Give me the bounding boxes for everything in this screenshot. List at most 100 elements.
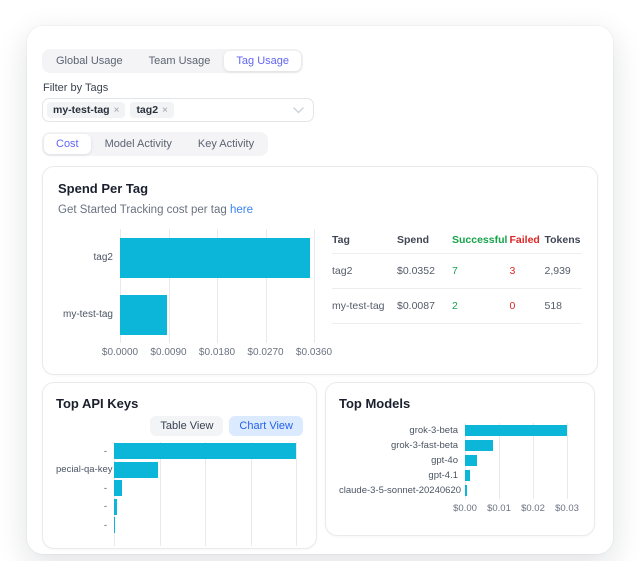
cell-successful: 2 [452, 300, 510, 312]
chart-bar [465, 470, 470, 481]
chart-bar [114, 517, 115, 533]
tab-global-usage[interactable]: Global Usage [44, 51, 135, 71]
col-spend: Spend [397, 234, 452, 246]
spend-per-tag-title: Spend Per Tag [58, 181, 582, 196]
tag-chip[interactable]: my-test-tag × [47, 102, 125, 118]
chart-bar-track [465, 425, 567, 436]
chart-bar [114, 499, 117, 515]
col-failed: Failed [510, 234, 545, 246]
tab-key-activity[interactable]: Key Activity [186, 134, 266, 154]
tab-model-activity[interactable]: Model Activity [93, 134, 184, 154]
metric-tabs: Cost Model Activity Key Activity [42, 132, 268, 156]
cell-spend: $0.0087 [397, 300, 452, 312]
chart-bar-track [465, 485, 567, 496]
chart-gridline [314, 229, 315, 343]
bottom-cards-row: Top API Keys Table View Chart View - peci… [42, 382, 598, 549]
tab-cost[interactable]: Cost [44, 134, 91, 154]
chart-category-label: gpt-4o [339, 455, 465, 466]
chart-bar [465, 455, 477, 466]
chart-bar [114, 480, 122, 496]
remove-tag-icon[interactable]: × [114, 105, 120, 116]
chart-category-label: - [56, 520, 114, 531]
spend-per-tag-subtitle: Get Started Tracking cost per tag here [58, 204, 582, 216]
chart-bar-track [465, 440, 567, 451]
tag-filter-select[interactable]: my-test-tag × tag2 × [42, 98, 314, 122]
chart-bar-row: - [56, 498, 303, 517]
chart-bar-track [114, 499, 296, 515]
chart-bar [465, 485, 467, 496]
chart-category-label: tag2 [58, 252, 120, 263]
chart-category-label: - [56, 501, 114, 512]
get-started-link[interactable]: here [230, 204, 253, 216]
remove-tag-icon[interactable]: × [162, 105, 168, 116]
spend-per-tag-card: Spend Per Tag Get Started Tracking cost … [42, 166, 598, 375]
tag-chip[interactable]: tag2 × [130, 102, 173, 118]
chart-tick-label: $0.03 [555, 503, 579, 514]
chart-bar-row: pecial-qa-key [56, 461, 303, 480]
chart-category-label: my-test-tag [58, 309, 120, 320]
chart-bar-row: gpt-4.1 [339, 468, 581, 483]
chart-category-label: - [56, 483, 114, 494]
chart-category-label: - [56, 446, 114, 457]
tab-tag-usage[interactable]: Tag Usage [224, 51, 301, 71]
chart-plot-area: grok-3-beta grok-3-fast-beta gpt-4o gpt-4.1… [339, 423, 581, 499]
top-models-title: Top Models [339, 396, 581, 411]
table-row: tag2 $0.0352 7 3 2,939 [332, 254, 582, 289]
top-api-keys-chart: - pecial-qa-key - - - [56, 442, 303, 546]
chart-bar-track [114, 480, 296, 496]
chart-bar-track [120, 238, 314, 278]
chart-bar-track [120, 295, 314, 335]
spend-per-tag-chart: tag2my-test-tag$0.0000$0.0090$0.0180$0.0… [58, 229, 314, 359]
chart-tick-label: $0.0000 [102, 347, 138, 358]
chart-plot-area: - pecial-qa-key - - - [56, 442, 303, 546]
chart-bar [120, 238, 310, 278]
filter-by-tags-label: Filter by Tags [43, 82, 598, 94]
chart-bar-row: - [56, 479, 303, 498]
usage-dashboard-panel: Global Usage Team Usage Tag Usage Filter… [27, 26, 613, 554]
chart-category-label: gpt-4.1 [339, 470, 465, 481]
chart-tick-label: $0.0090 [150, 347, 186, 358]
chart-view-button[interactable]: Chart View [229, 416, 303, 436]
chart-tick-label: $0.00 [453, 503, 477, 514]
chart-bar-row: grok-3-beta [339, 423, 581, 438]
chart-bar-row: my-test-tag [58, 286, 314, 343]
col-successful: Successful [452, 234, 510, 246]
usage-scope-tabs: Global Usage Team Usage Tag Usage [42, 49, 303, 73]
cell-failed: 0 [510, 300, 545, 312]
chart-category-label: claude-3-5-sonnet-20240620 [339, 485, 465, 496]
chart-tick-label: $0.02 [521, 503, 545, 514]
chart-bar-track [114, 517, 296, 533]
col-tokens: Tokens [545, 234, 583, 246]
top-api-keys-title: Top API Keys [56, 396, 303, 411]
page-background: Global Usage Team Usage Tag Usage Filter… [0, 0, 640, 561]
tag-chip-label: tag2 [136, 104, 158, 116]
chart-bar-row: claude-3-5-sonnet-20240620 [339, 483, 581, 498]
chart-bar [465, 425, 567, 436]
table-row: my-test-tag $0.0087 2 0 518 [332, 289, 582, 324]
chart-bar-track [465, 470, 567, 481]
cell-tag: tag2 [332, 265, 397, 277]
chart-category-label: grok-3-beta [339, 425, 465, 436]
chart-bar [465, 440, 493, 451]
tag-chip-label: my-test-tag [53, 104, 110, 116]
chart-axis-ticks: $0.0000$0.0090$0.0180$0.0270$0.0360 [120, 343, 314, 359]
spend-content: tag2 my-test-tag $0.0000 $0.0090 $0.0180 $0.0… [58, 229, 582, 359]
chart-tick-label: $0.0180 [199, 347, 235, 358]
chart-bar-row: - [56, 516, 303, 535]
chart-bar [120, 295, 167, 335]
chart-axis-ticks: $0.00$0.01$0.02$0.03 [465, 499, 567, 515]
chart-bar-row: grok-3-fast-beta [339, 438, 581, 453]
chevron-down-icon [293, 107, 304, 114]
chart-category-label: grok-3-fast-beta [339, 440, 465, 451]
tab-team-usage[interactable]: Team Usage [137, 51, 223, 71]
table-header-row: Tag Spend Successful Failed Tokens [332, 229, 582, 254]
cell-failed: 3 [510, 265, 545, 277]
table-view-button[interactable]: Table View [150, 416, 223, 436]
top-models-chart: grok-3-beta grok-3-fast-beta gpt-4o gpt-4.1… [339, 423, 581, 515]
chart-plot-area: tag2 my-test-tag [58, 229, 314, 343]
chart-bar-track [114, 443, 296, 459]
top-models-card: Top Models grok-3-beta grok-3-fast-beta gp… [325, 382, 595, 536]
chart-bar [114, 462, 158, 478]
spend-per-tag-table: Tag Spend Successful Failed Tokens tag2 … [332, 229, 582, 359]
cell-tokens: 518 [545, 300, 583, 312]
